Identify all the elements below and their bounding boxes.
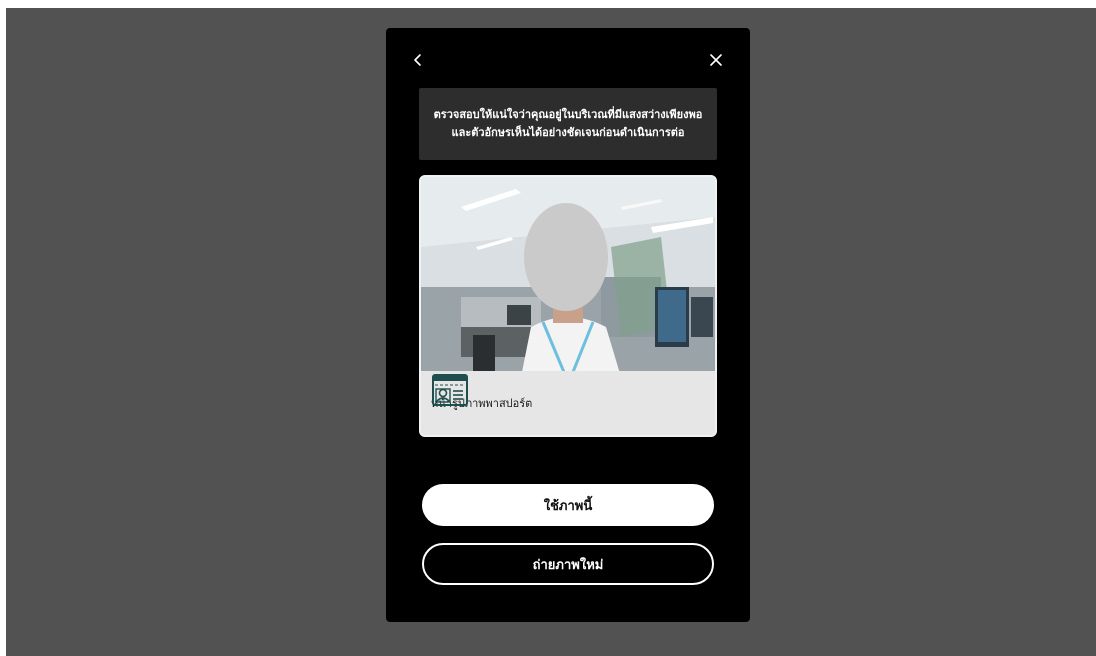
back-button[interactable] [406, 48, 430, 72]
photo-review-dialog: ตรวจสอบให้แน่ใจว่าคุณอยู่ในบริเวณที่มีแส… [386, 28, 750, 622]
photo-preview: หน้ารูปภาพพาสปอร์ต [419, 175, 717, 437]
document-type-label: หน้ารูปภาพพาสปอร์ต [421, 371, 715, 435]
retake-photo-button[interactable]: ถ่ายภาพใหม่ [422, 543, 714, 585]
chevron-left-icon [414, 54, 421, 66]
close-icon [710, 54, 722, 66]
use-photo-button[interactable]: ใช้ภาพนี้ [422, 484, 714, 526]
lighting-notice: ตรวจสอบให้แน่ใจว่าคุณอยู่ในบริเวณที่มีแส… [419, 88, 717, 160]
close-button[interactable] [704, 48, 728, 72]
captured-photo [421, 177, 715, 377]
id-card-icon [432, 374, 468, 406]
